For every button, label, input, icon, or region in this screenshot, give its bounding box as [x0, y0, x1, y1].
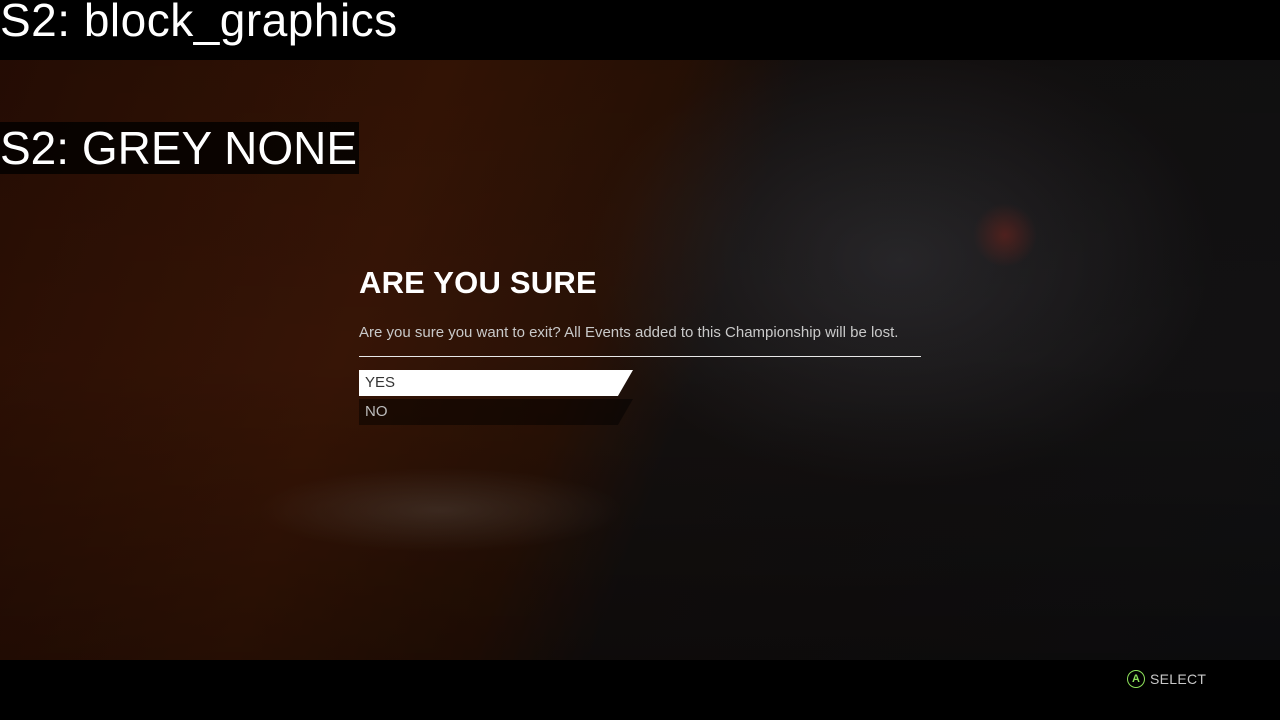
debug-overlay-text-1: S2: block_graphics: [0, 0, 398, 46]
gamepad-a-icon: A: [1127, 670, 1145, 688]
select-label: SELECT: [1150, 671, 1207, 687]
bottom-letterbox: [0, 660, 1280, 720]
yes-option[interactable]: YES: [359, 370, 633, 396]
confirm-dialog: ARE YOU SURE Are you sure you want to ex…: [359, 264, 921, 425]
no-option[interactable]: NO: [359, 399, 633, 425]
dialog-message: Are you sure you want to exit? All Event…: [359, 324, 899, 341]
dialog-divider: [359, 356, 921, 357]
dialog-title: ARE YOU SURE: [359, 265, 597, 300]
select-prompt[interactable]: A SELECT: [1127, 668, 1206, 690]
debug-overlay-text-2: S2: GREY NONE: [0, 122, 360, 174]
